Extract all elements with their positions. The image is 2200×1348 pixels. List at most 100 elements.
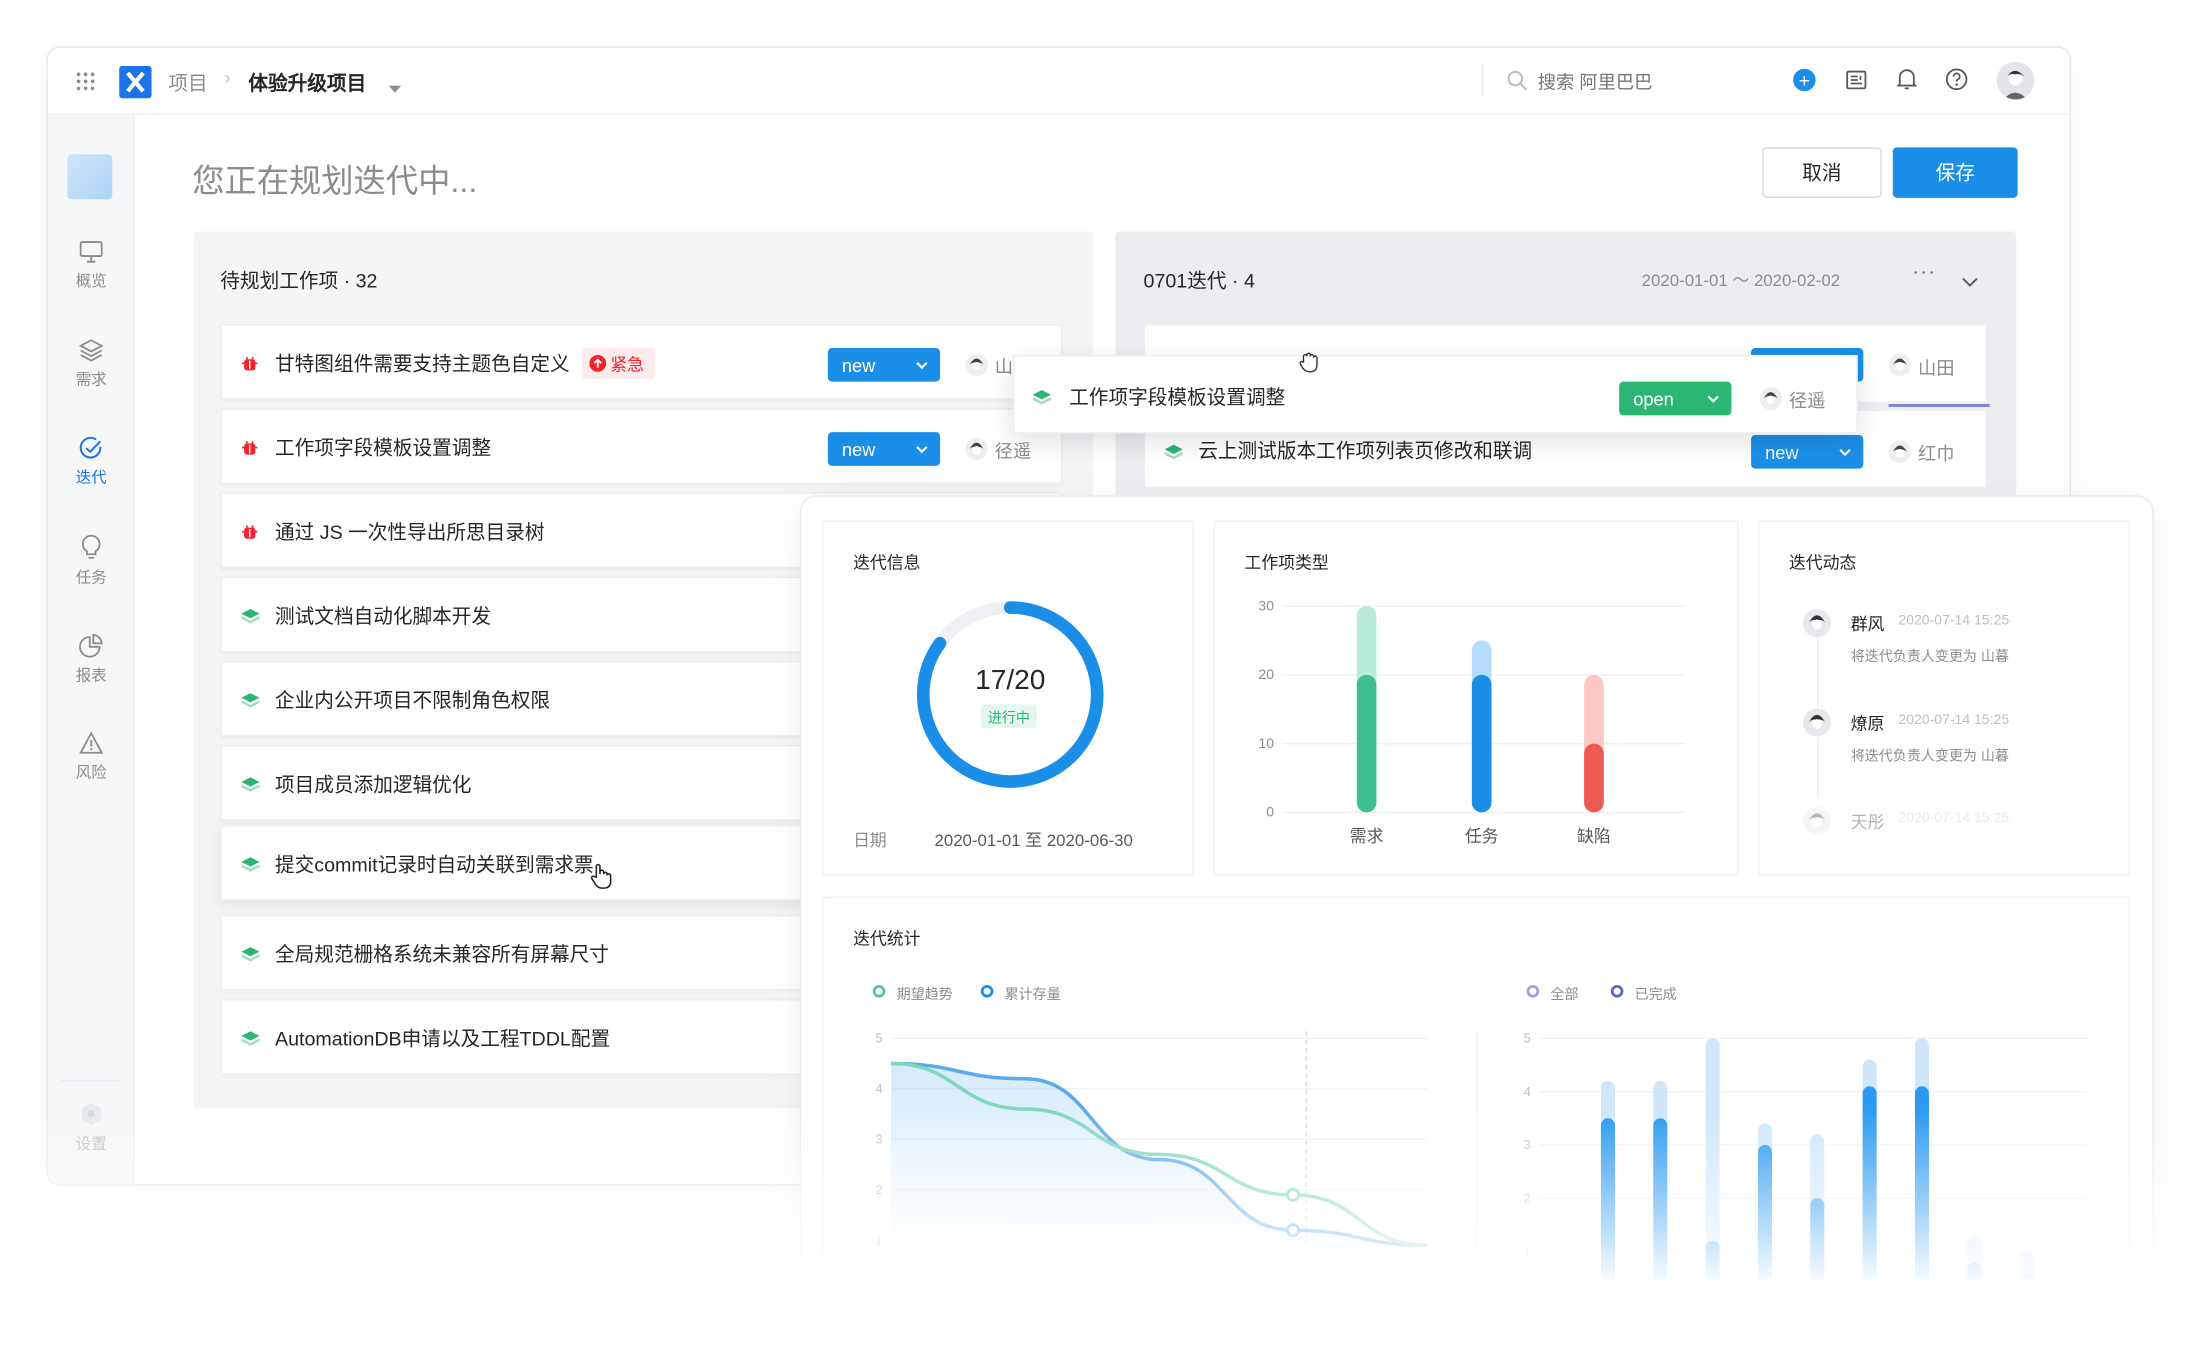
pie-chart-icon [79, 633, 103, 658]
sidebar-item-requirements[interactable]: 需求 [48, 338, 135, 390]
user-avatar[interactable] [1996, 61, 2035, 100]
requirement-icon [1164, 442, 1184, 467]
search-icon [1507, 70, 1528, 98]
activity-user: 群风 [1850, 614, 1885, 635]
card-title: 工作项类型 [1244, 552, 1329, 573]
legend-label[interactable]: 全部 [1550, 982, 1578, 1003]
y-tick-label: 5 [876, 1032, 883, 1046]
activity-user: 天彤 [1850, 812, 1885, 833]
sidebar-item-sprint[interactable]: 迭代 [48, 436, 135, 488]
status-label: open [1633, 387, 1674, 410]
avatar [1802, 608, 1832, 638]
sidebar-item-reports[interactable]: 报表 [48, 633, 135, 686]
backlog-card[interactable]: 工作项字段模板设置调整 new 径遥 [220, 408, 1063, 485]
sidebar-item-label: 需求 [75, 371, 107, 389]
add-icon[interactable]: + [1793, 68, 1816, 92]
grid-menu-icon[interactable] [76, 72, 96, 99]
activity-item: 燎原 2020-07-14 15:25 将迭代负责人变更为 山暮 [1759, 708, 2131, 779]
help-icon[interactable] [1945, 67, 1969, 98]
breadcrumb-separator-icon: › [224, 67, 231, 89]
warning-icon [79, 731, 104, 754]
bell-icon[interactable] [1896, 67, 1918, 98]
sidebar-item-label: 任务 [75, 569, 107, 587]
card-title: 迭代信息 [853, 552, 921, 573]
activity-item: 群风 2020-07-14 15:25 将迭代负责人变更为 山暮 [1759, 608, 2131, 679]
dragging-card[interactable]: 工作项字段模板设置调整 open 径遥 [1013, 352, 1858, 434]
legend-label[interactable]: 累计存量 [1005, 982, 1061, 1003]
card-title: 工作项字段模板设置调整 [1069, 385, 1286, 409]
requirement-icon [240, 690, 261, 715]
y-tick-label: 30 [1258, 597, 1274, 613]
card-title: 提交commit记录时自动关联到需求票 [275, 853, 594, 876]
avatar [1802, 708, 1832, 737]
app-logo-icon[interactable] [119, 65, 152, 99]
legend-label[interactable]: 已完成 [1635, 982, 1677, 1003]
y-tick-label: 4 [876, 1082, 883, 1096]
work-item-type-card: 工作项类型 0 10 20 30 需求 任务 缺陷 [1213, 520, 1739, 876]
backlog-card[interactable]: 甘特图组件需要支持主题色自定义 紧急 new 山 [220, 324, 1063, 400]
status-dropdown[interactable]: new [827, 347, 941, 382]
owner-name: 径遥 [994, 440, 1032, 462]
grab-cursor-icon [1299, 351, 1319, 380]
x-tick-label: 需求 [1350, 827, 1384, 846]
card-title: 迭代统计 [853, 928, 921, 949]
page-title: 您正在规划迭代中... [192, 162, 478, 200]
sidebar-item-label: 迭代 [75, 470, 107, 487]
breadcrumb-root[interactable]: 项目 [168, 69, 207, 97]
chevron-down-icon[interactable] [1962, 269, 1979, 294]
sprint-info-card: 迭代信息 17/20 进行中 日期 2020-01-01 至 2020-06-3… [822, 520, 1195, 876]
backlog-title: 待规划工作项 · 32 [220, 269, 378, 292]
card-title: 云上测试版本工作项列表页修改和联调 [1198, 439, 1533, 462]
legend-dot [872, 984, 886, 998]
status-label: new [1765, 441, 1799, 463]
avatar [1802, 806, 1832, 835]
monitor-icon [79, 241, 103, 263]
sidebar-item-risks[interactable]: 风险 [48, 731, 135, 783]
bug-icon [241, 438, 258, 463]
pointer-cursor-icon [589, 863, 612, 897]
y-tick-label: 10 [1258, 735, 1274, 751]
requirement-icon [240, 1028, 261, 1053]
caret-down-icon[interactable] [388, 76, 402, 101]
layers-icon [78, 339, 104, 362]
y-tick-label: 5 [1524, 1032, 1531, 1046]
date-label: 日期 [853, 830, 887, 851]
sprint-date-range: 2020-01-01 ～ 2020-02-02 [1641, 270, 1841, 291]
more-icon[interactable]: ··· [1912, 260, 1936, 282]
date-value: 2020-01-01 至 2020-06-30 [934, 830, 1133, 851]
avatar [1888, 353, 1912, 377]
legend-dot [980, 984, 994, 998]
legend-label[interactable]: 期望趋势 [897, 982, 953, 1003]
status-badge: 进行中 [980, 704, 1037, 729]
sidebar-item-tasks[interactable]: 任务 [48, 534, 135, 588]
save-button[interactable]: 保存 [1892, 147, 2018, 198]
bottom-fade [0, 1108, 2200, 1347]
activity-text: 将迭代负责人变更为 山暮 [1850, 749, 2009, 765]
sidebar-item-label: 概览 [75, 273, 107, 291]
divider [1481, 64, 1484, 96]
requirement-icon [240, 854, 261, 879]
activity-card: 迭代动态 群风 2020-07-14 15:25 将迭代负责人变更为 山暮 燎原 202… [1758, 520, 2131, 876]
status-dropdown[interactable]: new [827, 432, 941, 466]
sprint-icon [79, 436, 102, 459]
breadcrumb-current[interactable]: 体验升级项目 [248, 69, 366, 97]
sidebar-item-overview[interactable]: 概览 [48, 240, 135, 292]
card-title: AutomationDB申请以及工程TDDL配置 [275, 1027, 611, 1050]
cancel-button[interactable]: 取消 [1762, 147, 1882, 198]
drop-indicator [1888, 404, 1990, 407]
y-tick-label: 0 [1266, 804, 1274, 820]
status-dropdown[interactable]: new [1751, 434, 1864, 469]
bar-done [1471, 674, 1492, 813]
bug-icon [241, 522, 258, 547]
status-dropdown[interactable]: open [1619, 381, 1732, 416]
work-item-type-chart: 0 10 20 30 需求 任务 缺陷 [1258, 597, 1686, 846]
urgent-badge: 紧急 [582, 347, 656, 379]
requirement-icon [240, 944, 261, 969]
project-logo[interactable] [67, 154, 113, 200]
search-input[interactable] [1537, 65, 1763, 97]
requirement-icon [1032, 387, 1052, 412]
news-icon[interactable] [1845, 69, 1867, 98]
chevron-down-icon [1707, 395, 1719, 403]
activity-time: 2020-07-14 15:25 [1898, 613, 2010, 629]
sidebar-item-label: 报表 [75, 667, 107, 685]
